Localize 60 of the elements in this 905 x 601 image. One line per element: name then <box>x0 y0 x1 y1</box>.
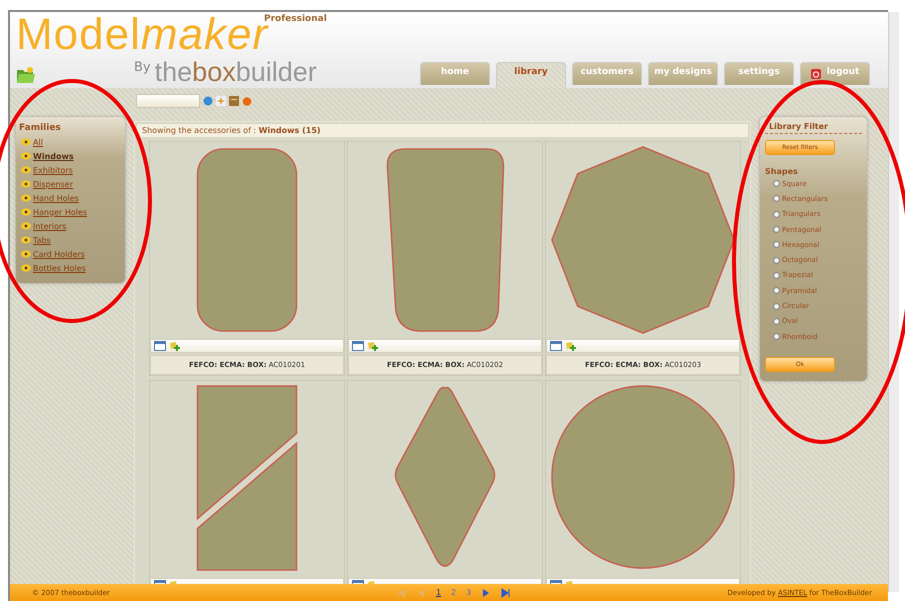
add-icon[interactable] <box>367 341 379 351</box>
add-icon[interactable] <box>565 341 577 351</box>
bullet-icon <box>21 180 31 188</box>
panel-title: Library Filter <box>765 122 862 134</box>
power-icon <box>810 69 821 79</box>
bullet-icon <box>21 166 31 174</box>
listing-heading: Showing the accessories of : Windows (15) <box>137 124 748 137</box>
bullet-icon <box>21 236 31 244</box>
radio-button[interactable] <box>773 195 780 202</box>
bullet-icon <box>21 264 31 272</box>
page-link[interactable]: 2 <box>451 588 456 597</box>
add-icon[interactable] <box>169 341 181 351</box>
nav-tab[interactable]: home <box>420 62 490 85</box>
last-page-icon[interactable] <box>501 588 512 598</box>
preview-icon[interactable] <box>352 341 364 351</box>
folder-icon[interactable] <box>16 66 36 84</box>
family-link[interactable]: Hand Holes <box>33 194 79 202</box>
radio-button[interactable] <box>773 210 780 218</box>
next-page-icon[interactable] <box>481 588 492 598</box>
radio-button[interactable] <box>773 272 780 279</box>
section-title: Shapes <box>765 167 799 176</box>
radio-button[interactable] <box>773 302 780 310</box>
radio-button[interactable] <box>773 287 780 294</box>
family-link[interactable]: All <box>33 138 43 146</box>
family-link[interactable]: Dispenser <box>33 180 73 188</box>
page-link[interactable]: 3 <box>466 588 472 597</box>
nav-tab[interactable]: library <box>496 62 566 88</box>
radio-button[interactable] <box>773 318 780 325</box>
family-link[interactable]: Hanger Holes <box>33 208 88 216</box>
panel-title: Families <box>19 123 62 133</box>
scrollbar[interactable] <box>888 12 899 592</box>
bullet-icon <box>21 138 31 146</box>
search-field[interactable] <box>136 94 200 108</box>
bullet-icon <box>21 152 31 160</box>
radio-button[interactable] <box>773 226 780 234</box>
family-link[interactable]: Bottles Holes <box>33 264 86 272</box>
nav-tab[interactable]: my designs <box>648 62 718 85</box>
bullet-icon <box>21 208 31 216</box>
radio-button[interactable] <box>773 333 780 340</box>
family-link[interactable]: Exhibitors <box>33 166 73 174</box>
radio-button[interactable] <box>773 256 780 264</box>
radio-button[interactable] <box>773 180 780 188</box>
by-label: By <box>134 60 151 75</box>
family-link[interactable]: Card Holders <box>33 250 85 258</box>
company-logo-text: theboxbuilder <box>154 58 317 86</box>
family-link[interactable]: Interiors <box>33 222 66 230</box>
nav-tab[interactable]: settings <box>724 62 794 85</box>
nav-tab[interactable]: customers <box>572 62 642 85</box>
preview-icon[interactable] <box>154 341 166 351</box>
bullet-icon <box>21 250 31 258</box>
book-icon[interactable] <box>229 96 239 106</box>
bullet-icon <box>21 194 31 202</box>
family-link[interactable]: Windows <box>33 152 74 160</box>
preview-icon[interactable] <box>550 341 562 351</box>
sparkle-icon[interactable] <box>216 96 226 106</box>
family-link[interactable]: Tabs <box>33 236 51 244</box>
nav-tab[interactable]: logout <box>800 62 870 85</box>
bullet-icon <box>21 222 31 230</box>
radio-button[interactable] <box>773 241 780 248</box>
page-link[interactable]: 1 <box>436 588 442 597</box>
